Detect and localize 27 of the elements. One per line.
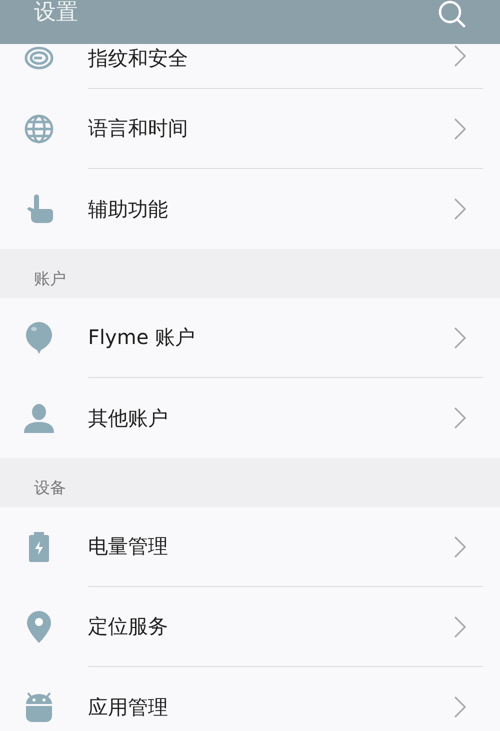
item-label: 应用管理 xyxy=(88,694,168,720)
robot-icon xyxy=(25,692,53,722)
section-header: 设备 xyxy=(34,478,66,499)
search-icon[interactable] xyxy=(438,0,466,28)
page-title: 设置 xyxy=(34,0,78,27)
globe-icon xyxy=(24,114,54,144)
chevron-icon xyxy=(454,407,466,429)
balloon-icon xyxy=(25,321,53,355)
item-label: 其他账户 xyxy=(88,404,168,432)
item-label: 辅助功能 xyxy=(88,196,168,222)
chevron-icon xyxy=(454,536,466,558)
item-label: 语言和时间 xyxy=(88,115,188,142)
fingerprint-icon xyxy=(24,46,54,70)
section-header: 账户 xyxy=(34,269,66,290)
location-pin-icon xyxy=(27,611,51,643)
item-label: Flyme 账户 xyxy=(88,324,196,351)
item-label: 电量管理 xyxy=(88,533,168,560)
chevron-icon xyxy=(454,45,466,67)
item-label: 指纹和安全 xyxy=(88,45,188,72)
chevron-icon xyxy=(454,198,466,220)
person-icon xyxy=(24,403,54,433)
battery-icon xyxy=(29,532,49,562)
item-label: 定位服务 xyxy=(88,613,168,640)
chevron-icon xyxy=(454,616,466,638)
chevron-icon xyxy=(454,326,466,348)
chevron-icon xyxy=(454,696,466,718)
chevron-icon xyxy=(454,118,466,140)
